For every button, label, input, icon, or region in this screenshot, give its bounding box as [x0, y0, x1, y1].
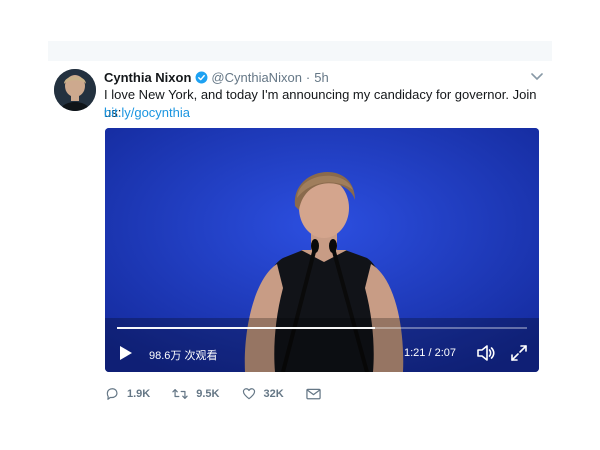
tweet-header: Cynthia Nixon @CynthiaNixon · 5h	[104, 68, 542, 86]
fullscreen-icon[interactable]	[509, 343, 529, 363]
reply-count: 1.9K	[127, 388, 151, 400]
video-time: 1:21 / 2:07	[404, 347, 456, 359]
tweet-actions: 1.9K 9.5K 32K	[105, 385, 351, 403]
like-button[interactable]: 32K	[242, 387, 284, 401]
video-player[interactable]: 98.6万 次观看 1:21 / 2:07	[105, 128, 539, 372]
heart-icon	[242, 388, 255, 400]
video-progress-bar[interactable]	[117, 327, 527, 329]
envelope-icon	[306, 388, 321, 400]
retweet-icon	[172, 389, 188, 399]
video-progress-fill	[117, 327, 376, 329]
author-name[interactable]: Cynthia Nixon	[104, 70, 191, 85]
chevron-down-icon[interactable]	[530, 70, 544, 84]
retweet-count: 9.5K	[196, 388, 220, 400]
reply-button[interactable]: 1.9K	[105, 387, 150, 401]
avatar[interactable]	[54, 69, 96, 111]
message-button[interactable]	[306, 388, 329, 400]
separator-dot: ·	[305, 69, 311, 85]
video-frame	[105, 128, 539, 372]
view-count: 98.6万 次观看	[149, 350, 218, 362]
tweet-link[interactable]: bit.ly/gocynthia	[104, 104, 190, 122]
retweet-button[interactable]: 9.5K	[172, 387, 220, 401]
timeline-top-band	[48, 41, 552, 61]
volume-icon[interactable]	[476, 343, 496, 363]
author-handle[interactable]: @CynthiaNixon	[211, 70, 302, 85]
verified-badge-icon	[195, 71, 208, 84]
play-icon[interactable]	[117, 344, 135, 362]
tweet-card[interactable]: Cynthia Nixon @CynthiaNixon · 5h I love …	[48, 61, 552, 404]
tweet-timestamp[interactable]: 5h	[314, 70, 328, 85]
reply-icon	[106, 388, 118, 400]
like-count: 32K	[263, 388, 284, 400]
